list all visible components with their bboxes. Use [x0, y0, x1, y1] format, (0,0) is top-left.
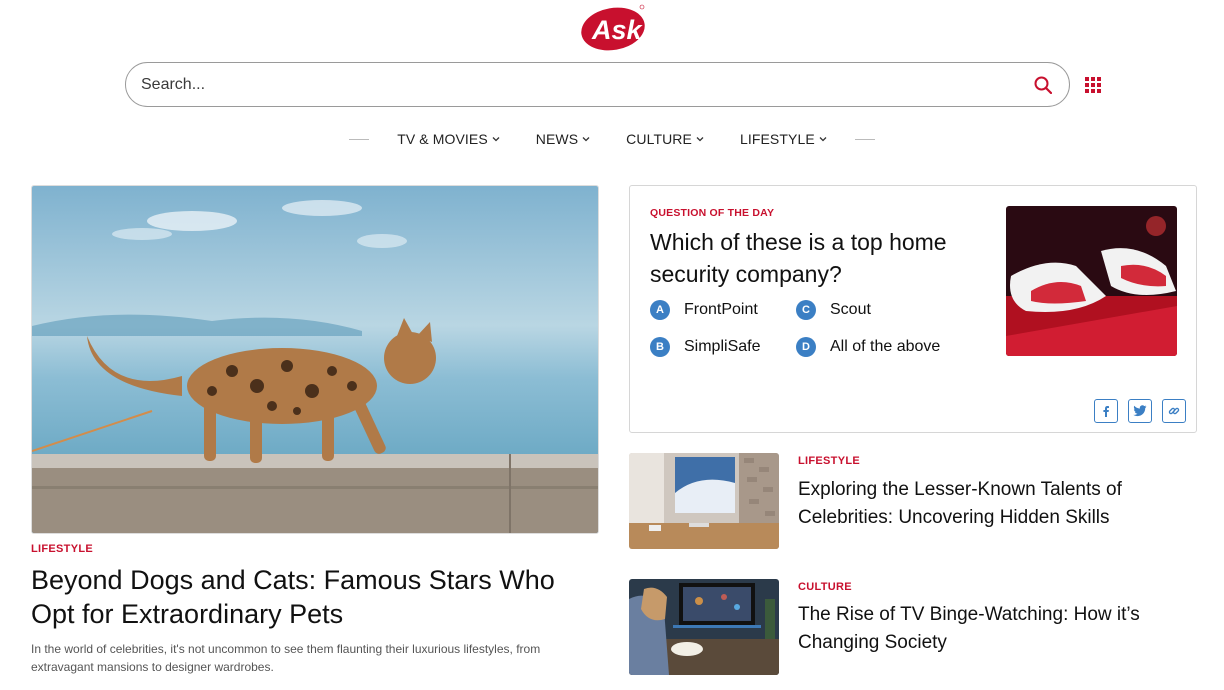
main-nav: TV & MOVIES NEWS CULTURE LIFESTYLE [0, 128, 1224, 150]
hero-title[interactable]: Beyond Dogs and Cats: Famous Stars Who O… [31, 563, 591, 631]
chevron-down-icon [492, 137, 500, 142]
answer-option-c[interactable]: C Scout [796, 300, 871, 320]
option-letter-badge: A [650, 300, 670, 320]
nav-divider-right [854, 138, 875, 140]
search-bar [125, 62, 1070, 107]
question-label: QUESTION OF THE DAY [650, 207, 775, 219]
article-title[interactable]: Exploring the Lesser-Known Talents of Ce… [798, 476, 1188, 532]
search-icon [1034, 76, 1052, 94]
share-link-button[interactable] [1162, 399, 1186, 423]
nav-label: TV & MOVIES [397, 131, 488, 147]
search-input[interactable] [141, 75, 1032, 94]
nav-item-tv-movies[interactable]: TV & MOVIES [397, 131, 500, 147]
logo-text: Ask [591, 15, 644, 45]
nav-label: NEWS [535, 131, 579, 147]
nav-divider-left [349, 138, 370, 140]
option-letter-badge: C [796, 300, 816, 320]
article-image[interactable] [629, 453, 779, 549]
hero-description: In the world of celebrities, it's not un… [31, 642, 541, 674]
hero-image[interactable] [31, 185, 599, 534]
answer-option-b[interactable]: B SimpliSafe [650, 337, 760, 357]
facebook-icon [1103, 406, 1109, 417]
chevron-down-icon [819, 137, 827, 142]
twitter-icon [1133, 405, 1147, 417]
option-text: FrontPoint [684, 301, 758, 318]
chevron-down-icon [582, 137, 590, 142]
hero-category[interactable]: LIFESTYLE [31, 543, 93, 555]
nav-item-culture[interactable]: CULTURE [626, 131, 704, 147]
article-title[interactable]: The Rise of TV Binge-Watching: How it’s … [798, 601, 1188, 657]
article-category[interactable]: LIFESTYLE [798, 455, 860, 467]
nav-label: LIFESTYLE [739, 131, 815, 147]
option-letter-badge: D [796, 337, 816, 357]
nav-item-lifestyle[interactable]: LIFESTYLE [740, 131, 827, 147]
article-image[interactable] [629, 579, 779, 675]
option-text: Scout [830, 301, 871, 318]
option-text: SimpliSafe [684, 338, 761, 355]
share-twitter-button[interactable] [1128, 399, 1152, 423]
article-category[interactable]: CULTURE [798, 581, 852, 593]
option-letter-badge: B [650, 337, 670, 357]
share-facebook-button[interactable] [1094, 399, 1118, 423]
option-text: All of the above [830, 338, 941, 355]
nav-label: CULTURE [626, 131, 692, 147]
question-of-the-day-card: QUESTION OF THE DAY Which of these is a … [629, 185, 1197, 433]
search-button[interactable] [1032, 74, 1054, 96]
question-image [1006, 206, 1177, 356]
answer-option-d[interactable]: D All of the above [796, 337, 940, 357]
chevron-down-icon [696, 137, 704, 142]
link-icon [1168, 407, 1180, 415]
nav-item-news[interactable]: NEWS [536, 131, 590, 147]
apps-grid-icon[interactable] [1085, 77, 1103, 95]
question-text: Which of these is a top home security co… [650, 229, 947, 287]
answer-option-a[interactable]: A FrontPoint [650, 300, 758, 320]
ask-logo[interactable]: Ask [580, 3, 646, 51]
